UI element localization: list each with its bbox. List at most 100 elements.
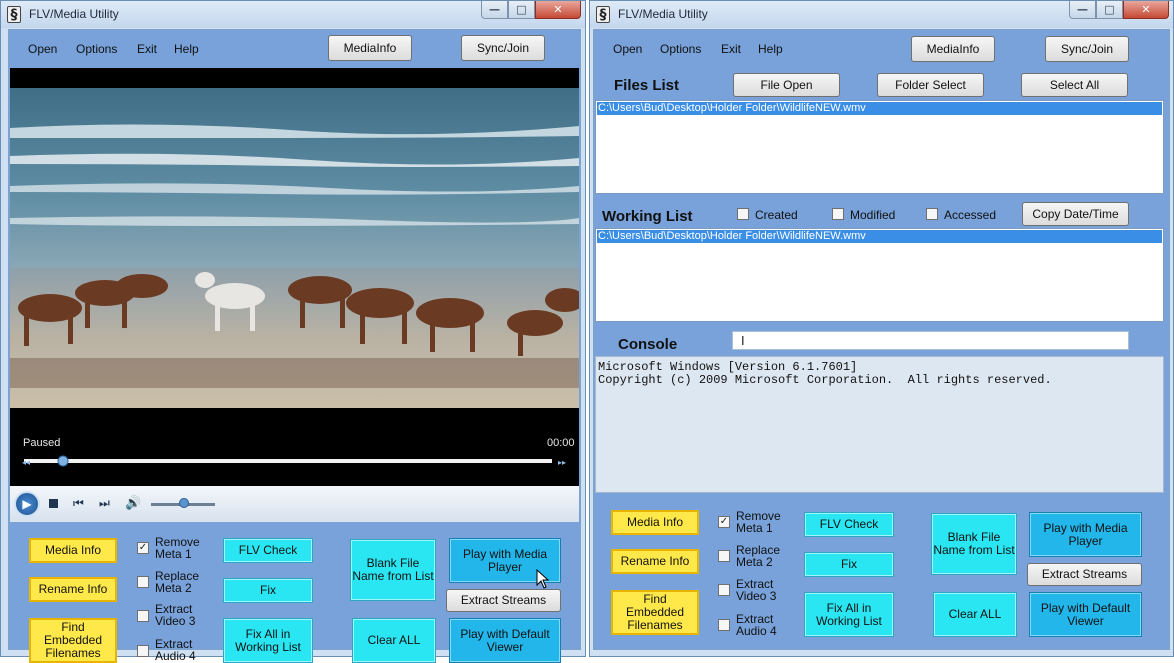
- play-with-media-player-button[interactable]: Play with Media Player: [1029, 512, 1142, 557]
- action-panel: Media Info Rename Info Find Embedded Fil…: [9, 522, 580, 663]
- maximize-button[interactable]: □: [1096, 1, 1123, 19]
- client-area: Open Options Exit Help MediaInfo Sync/Jo…: [8, 29, 581, 663]
- extract-video-label: Extract Video 3: [736, 577, 777, 603]
- mediainfo-button[interactable]: MediaInfo: [328, 35, 412, 61]
- find-embedded-filenames-button[interactable]: Find Embedded Filenames: [611, 590, 699, 635]
- fix-all-button[interactable]: Fix All in Working List: [223, 618, 313, 663]
- title-bar[interactable]: § FLV/Media Utility — □ ✕: [1, 1, 585, 28]
- svg-text:▸▸: ▸▸: [558, 458, 566, 467]
- remove-meta-label: Remove Meta 1: [155, 535, 200, 561]
- app-icon[interactable]: §: [596, 6, 610, 23]
- client-area: Open Options Exit Help MediaInfo Sync/Jo…: [593, 29, 1170, 650]
- media-info-button[interactable]: Media Info: [29, 538, 117, 563]
- play-with-default-viewer-button[interactable]: Play with Default Viewer: [449, 618, 561, 663]
- extract-video-checkbox[interactable]: [137, 610, 149, 622]
- media-utility-window-left: § FLV/Media Utility — □ ✕ Open Options E…: [0, 0, 586, 663]
- rename-info-button[interactable]: Rename Info: [29, 577, 117, 602]
- extract-audio-label: Extract Audio 4: [736, 612, 777, 638]
- fix-button[interactable]: Fix: [804, 552, 894, 577]
- close-button[interactable]: ✕: [535, 1, 581, 19]
- player-time: 00:00: [547, 437, 575, 449]
- menu-options[interactable]: Options: [660, 42, 701, 56]
- mediainfo-button[interactable]: MediaInfo: [911, 36, 995, 62]
- play-with-default-viewer-button[interactable]: Play with Default Viewer: [1029, 592, 1142, 637]
- volume-thumb[interactable]: [179, 498, 189, 508]
- extract-audio-checkbox[interactable]: [718, 619, 730, 631]
- menu-options[interactable]: Options: [76, 42, 117, 56]
- list-item[interactable]: C:\Users\Bud\Desktop\Holder Folder\Wildl…: [597, 102, 1162, 115]
- video-player[interactable]: Paused 00:00 ◂◂ ▸▸: [10, 68, 579, 486]
- volume-icon[interactable]: 🔊: [125, 495, 141, 511]
- fix-all-button[interactable]: Fix All in Working List: [804, 592, 894, 637]
- window-title: FLV/Media Utility: [618, 7, 708, 21]
- menu-help[interactable]: Help: [758, 42, 783, 56]
- menu-exit[interactable]: Exit: [137, 42, 157, 56]
- sync-join-button[interactable]: Sync/Join: [1045, 36, 1129, 62]
- files-list-label: Files List: [614, 77, 680, 94]
- media-info-button[interactable]: Media Info: [611, 510, 699, 535]
- menu-help[interactable]: Help: [174, 42, 199, 56]
- rename-info-button[interactable]: Rename Info: [611, 549, 699, 574]
- extract-streams-button[interactable]: Extract Streams: [1027, 563, 1142, 586]
- minimize-button[interactable]: —: [1069, 1, 1096, 19]
- clear-all-button[interactable]: Clear ALL: [352, 618, 436, 663]
- window-title: FLV/Media Utility: [29, 7, 119, 21]
- fix-button[interactable]: Fix: [223, 578, 313, 603]
- modified-label: Modified: [850, 208, 896, 222]
- extract-video-label: Extract Video 3: [155, 602, 196, 628]
- player-controls: ▶ ⏮ ⏭ 🔊: [10, 486, 579, 522]
- list-item[interactable]: C:\Users\Bud\Desktop\Holder Folder\Wildl…: [597, 230, 1162, 243]
- remove-meta-checkbox[interactable]: ✓: [718, 516, 730, 528]
- console-line: Copyright (c) 2009 Microsoft Corporation…: [598, 373, 1052, 387]
- media-utility-window-right: § FLV/Media Utility — □ ✕ Open Options E…: [589, 0, 1174, 657]
- menu-open[interactable]: Open: [613, 42, 642, 56]
- copy-date-time-button[interactable]: Copy Date/Time: [1022, 202, 1129, 226]
- menu-open[interactable]: Open: [28, 42, 57, 56]
- flv-check-button[interactable]: FLV Check: [223, 538, 313, 563]
- replace-meta-checkbox[interactable]: [137, 576, 149, 588]
- blank-file-name-button[interactable]: Blank File Name from List: [931, 513, 1017, 575]
- accessed-checkbox[interactable]: [926, 208, 938, 220]
- created-label: Created: [755, 208, 798, 222]
- player-status: Paused: [23, 437, 60, 449]
- close-button[interactable]: ✕: [1123, 1, 1169, 19]
- accessed-label: Accessed: [944, 208, 997, 222]
- seek-thumb[interactable]: [57, 455, 69, 467]
- next-icon[interactable]: ⏭: [99, 496, 110, 511]
- working-listbox[interactable]: C:\Users\Bud\Desktop\Holder Folder\Wildl…: [595, 228, 1164, 322]
- menu-exit[interactable]: Exit: [721, 42, 741, 56]
- previous-icon[interactable]: ⏮: [73, 496, 84, 511]
- created-checkbox[interactable]: [737, 208, 749, 220]
- replace-meta-label: Replace Meta 2: [155, 569, 200, 595]
- menu-bar: Open Options Exit Help MediaInfo Sync/Jo…: [9, 30, 580, 68]
- console-label: Console: [618, 336, 678, 353]
- flv-check-button[interactable]: FLV Check: [804, 512, 894, 537]
- text-cursor-icon: I: [741, 333, 745, 348]
- minimize-button[interactable]: —: [481, 1, 508, 19]
- extract-streams-button[interactable]: Extract Streams: [446, 589, 561, 612]
- blank-file-name-button[interactable]: Blank File Name from List: [350, 539, 436, 601]
- extract-video-checkbox[interactable]: [718, 584, 730, 596]
- replace-meta-checkbox[interactable]: [718, 550, 730, 562]
- find-embedded-filenames-button[interactable]: Find Embedded Filenames: [29, 618, 117, 663]
- console-input[interactable]: I: [732, 331, 1129, 350]
- remove-meta-checkbox[interactable]: ✓: [137, 542, 149, 554]
- menu-bar: Open Options Exit Help MediaInfo Sync/Jo…: [594, 30, 1169, 68]
- select-all-button[interactable]: Select All: [1021, 73, 1128, 97]
- title-bar[interactable]: § FLV/Media Utility — □ ✕: [590, 1, 1173, 28]
- files-listbox[interactable]: C:\Users\Bud\Desktop\Holder Folder\Wildl…: [595, 100, 1164, 194]
- folder-select-button[interactable]: Folder Select: [877, 73, 984, 97]
- modified-checkbox[interactable]: [832, 208, 844, 220]
- maximize-button[interactable]: □: [508, 1, 535, 19]
- extract-audio-checkbox[interactable]: [137, 645, 149, 657]
- stop-icon[interactable]: [49, 499, 58, 508]
- file-open-button[interactable]: File Open: [733, 73, 840, 97]
- sync-join-button[interactable]: Sync/Join: [461, 35, 545, 61]
- seek-bar[interactable]: [24, 459, 552, 463]
- replace-meta-label: Replace Meta 2: [736, 543, 781, 569]
- extract-audio-label: Extract Audio 4: [155, 637, 196, 663]
- play-icon[interactable]: ▶: [14, 491, 40, 517]
- app-icon[interactable]: §: [7, 6, 21, 23]
- clear-all-button[interactable]: Clear ALL: [933, 592, 1017, 637]
- console-output[interactable]: Microsoft Windows [Version 6.1.7601] Copy…: [595, 356, 1164, 493]
